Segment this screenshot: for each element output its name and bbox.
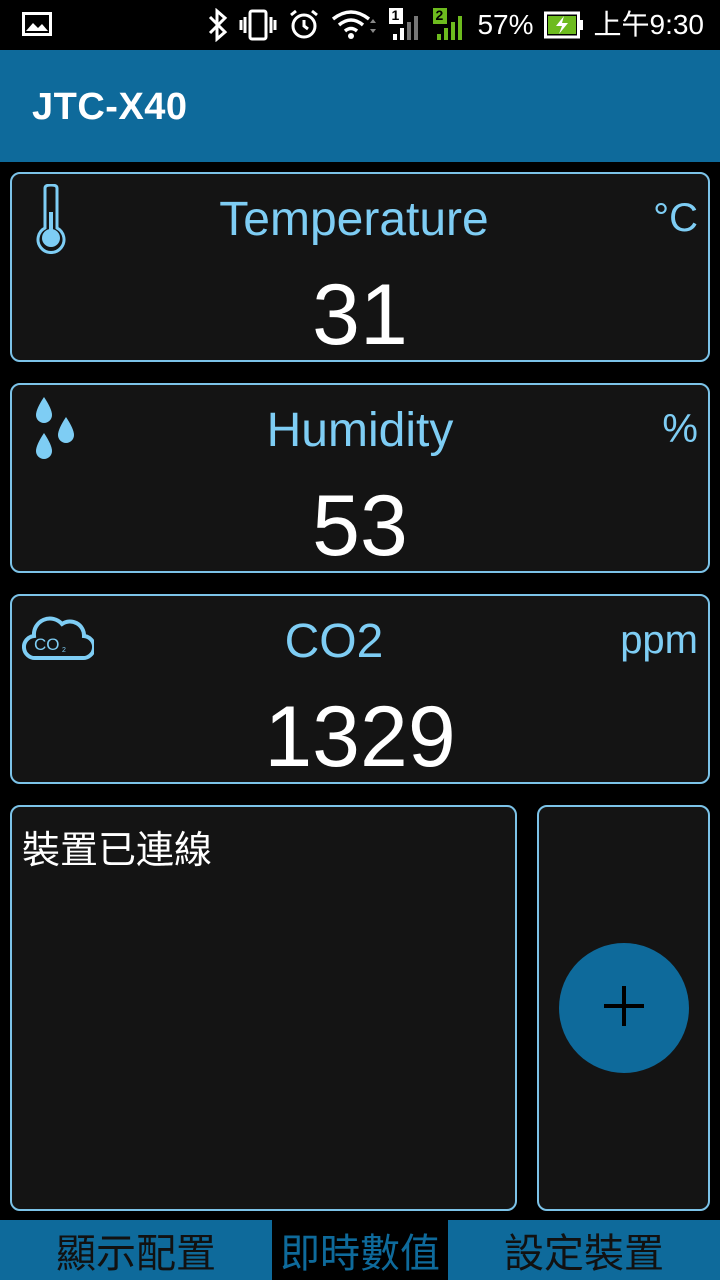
image-icon xyxy=(22,12,52,36)
bluetooth-icon xyxy=(207,0,229,50)
signal-sim2-icon: 2 xyxy=(433,0,467,50)
battery-percent: 57% xyxy=(477,9,534,40)
battery-charging-icon xyxy=(543,0,584,50)
co2-value: 1329 xyxy=(264,689,456,785)
alarm-icon xyxy=(287,0,321,50)
app-title: JTC-X40 xyxy=(32,86,188,128)
action-panel xyxy=(537,805,710,1211)
tab-realtime-values[interactable]: 即時數值 xyxy=(272,1220,448,1280)
status-bar: 1 2 57% 上午9:30 xyxy=(0,0,720,50)
temperature-card: Temperature °C 31 xyxy=(10,172,710,362)
tab-display-config[interactable]: 顯示配置 xyxy=(0,1220,272,1280)
co2-label: CO2 xyxy=(284,615,384,668)
clock: 上午9:30 xyxy=(593,9,705,40)
tab-device-settings[interactable]: 設定裝置 xyxy=(448,1220,720,1280)
co2-unit: ppm xyxy=(620,618,698,662)
temperature-label: Temperature xyxy=(219,193,489,246)
plus-icon xyxy=(602,984,646,1033)
connection-log-panel: 裝置已連線 xyxy=(10,805,517,1211)
wifi-icon xyxy=(331,0,379,50)
humidity-label: Humidity xyxy=(266,404,454,457)
signal-sim1-icon: 1 xyxy=(389,0,423,50)
humidity-value: 53 xyxy=(312,478,408,574)
humidity-unit: % xyxy=(662,407,698,451)
temperature-value: 31 xyxy=(312,267,408,363)
app-bar: JTC-X40 xyxy=(0,50,720,162)
co2-card: CO 2 CO2 ppm 1329 xyxy=(10,594,710,784)
vibrate-icon xyxy=(239,0,277,50)
sim1-label: 1 xyxy=(391,7,400,23)
humidity-card: Humidity % 53 xyxy=(10,383,710,573)
add-button[interactable] xyxy=(559,943,689,1073)
bottom-tab-bar: 顯示配置 即時數值 設定裝置 xyxy=(0,1220,720,1280)
connection-status-text: 裝置已連線 xyxy=(22,828,213,872)
sim2-label: 2 xyxy=(435,7,444,23)
temperature-unit: °C xyxy=(653,196,698,240)
